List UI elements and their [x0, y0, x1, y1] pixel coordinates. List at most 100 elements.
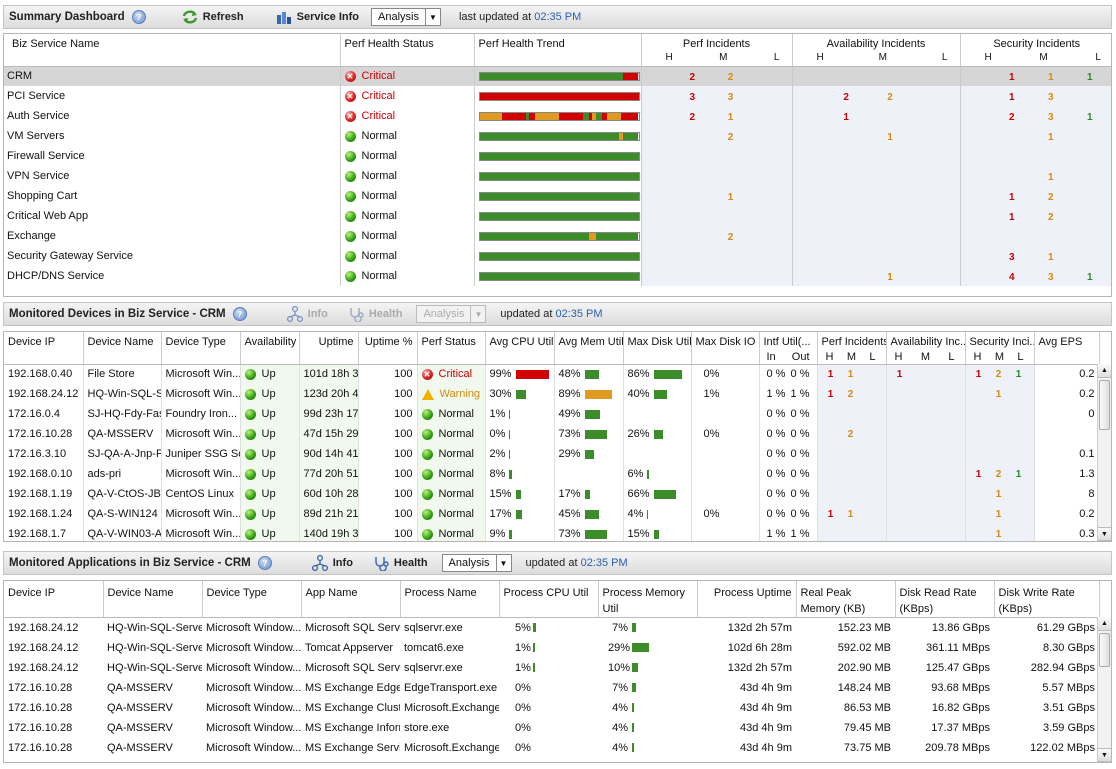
perf-incident-counts[interactable]: 2 [641, 226, 793, 246]
device-name[interactable]: QA-V-CtOS-JBO [83, 484, 162, 504]
device-name[interactable]: SJ-HQ-Fdy-Fastl [83, 404, 162, 424]
apps-scroll-thumb[interactable] [1099, 633, 1110, 667]
col-availability[interactable]: Availability [240, 332, 300, 365]
pi-counts[interactable]: 11 [817, 364, 887, 384]
apps-info-button[interactable]: Info [311, 555, 353, 571]
col-device-type[interactable]: Device Type [202, 581, 302, 618]
ai-counts[interactable] [886, 424, 966, 444]
incident-count[interactable]: 2 [674, 72, 712, 83]
avail-incident-counts[interactable] [792, 66, 961, 86]
table-row[interactable]: 172.16.3.10SJ-QA-A-Jnp-FWJuniper SSG Sc.… [4, 444, 1100, 464]
col-process-memory-util[interactable]: Process Memory Util [598, 581, 698, 618]
incident-count[interactable]: 3 [1032, 112, 1070, 123]
pi-counts[interactable] [817, 464, 887, 484]
incident-count[interactable]: 2 [846, 389, 856, 400]
col-avg-eps[interactable]: Avg EPS [1034, 332, 1100, 365]
app-app[interactable]: Microsoft SQL Server [301, 658, 400, 678]
incident-count[interactable]: 2 [994, 469, 1004, 480]
table-row[interactable]: DHCP/DNS Service Normal 1 4 3 1 [4, 266, 1111, 286]
col-device-ip[interactable]: Device IP [4, 332, 84, 365]
incident-count[interactable]: 1 [1071, 112, 1109, 123]
incident-count[interactable] [674, 192, 712, 203]
biz-service-name[interactable]: Firewall Service [4, 146, 341, 166]
table-row[interactable]: 192.168.1.19QA-V-CtOS-JBOCentOS Linux Up 6… [4, 484, 1100, 504]
incident-count[interactable] [750, 132, 788, 143]
incident-count[interactable]: 2 [1032, 212, 1070, 223]
biz-service-name[interactable]: VM Servers [4, 126, 341, 146]
incident-count[interactable]: 3 [1032, 272, 1070, 283]
ai-counts[interactable] [886, 464, 966, 484]
incident-count[interactable]: 1 [1014, 369, 1024, 380]
incident-count[interactable]: 1 [826, 389, 836, 400]
biz-service-name[interactable]: Auth Service [4, 106, 341, 126]
table-row[interactable]: 192.168.24.12HQ-Win-SQL-SeMicrosoft Win.… [4, 384, 1100, 404]
pi-counts[interactable]: 2 [817, 424, 887, 444]
biz-service-name[interactable]: DHCP/DNS Service [4, 266, 341, 286]
service-info-button[interactable]: Service Info [276, 10, 359, 25]
incident-count[interactable] [866, 429, 876, 440]
ai-counts[interactable] [886, 484, 966, 504]
col-avg-cpu-util[interactable]: Avg CPU Util [485, 332, 555, 365]
table-row[interactable]: PCI Service ✕ Critical 3 3 2 2 1 3 [4, 86, 1111, 106]
table-row[interactable]: 192.168.0.10 ads-pri Microsoft Win... Up 77d… [4, 464, 1100, 484]
sec-incident-counts[interactable]: 13 [960, 86, 1111, 106]
device-name[interactable]: ads-pri [83, 464, 162, 484]
incident-count[interactable]: 3 [993, 252, 1031, 263]
col-device-type[interactable]: Device Type [161, 332, 241, 365]
col-security-inci[interactable]: Security Inci... H M L [965, 332, 1035, 365]
table-row[interactable]: Auth Service ✕ Critical 2 1 1 2 3 1 [4, 106, 1111, 126]
ai-counts[interactable] [886, 524, 966, 541]
perf-health-trend[interactable] [474, 226, 642, 246]
biz-service-name[interactable]: VPN Service [4, 166, 341, 186]
devices-view-select[interactable]: Analysis ▼ [416, 305, 487, 323]
incident-count[interactable]: 3 [712, 92, 750, 103]
app-app[interactable]: MS Exchange Informa [301, 718, 400, 738]
incident-count[interactable] [993, 132, 1031, 143]
avail-incident-counts[interactable] [792, 166, 961, 186]
app-app[interactable]: MS Exchange Cluster [301, 698, 400, 718]
incident-count[interactable] [974, 529, 984, 540]
avail-incident-counts[interactable]: 1 [792, 126, 961, 146]
col-perf-health-status[interactable]: Perf Health Status [340, 34, 475, 67]
devices-scroll-thumb[interactable] [1099, 380, 1110, 430]
incident-count[interactable]: 1 [993, 92, 1031, 103]
si-counts[interactable] [965, 424, 1035, 444]
col-process-uptime[interactable]: Process Uptime [697, 581, 797, 618]
perf-health-trend[interactable] [474, 66, 642, 86]
perf-incident-counts[interactable] [641, 266, 793, 286]
incident-count[interactable] [920, 369, 930, 380]
incident-count[interactable]: 1 [825, 112, 868, 123]
incident-count[interactable] [825, 272, 868, 283]
biz-service-name[interactable]: Exchange [4, 226, 341, 246]
col-availability-inc[interactable]: Availability Inc... H M L [886, 332, 966, 365]
ai-counts[interactable] [886, 444, 966, 464]
avail-incident-counts[interactable]: 1 [792, 106, 961, 126]
device-name[interactable]: QA-MSSERV [83, 424, 162, 444]
si-counts[interactable]: 121 [965, 364, 1035, 384]
col-perf-incidents[interactable]: Perf Incidents H M L [817, 332, 887, 365]
table-row[interactable]: 192.168.24.12 HQ-Win-SQL-Server Microsoft … [4, 618, 1099, 638]
help-icon[interactable]: ? [232, 307, 247, 321]
table-row[interactable]: VPN Service Normal 1 [4, 166, 1111, 186]
col-process-name[interactable]: Process Name [400, 581, 500, 618]
incident-count[interactable] [868, 112, 911, 123]
devices-health-button[interactable]: Health [348, 306, 402, 322]
col-uptime[interactable]: Uptime [299, 332, 359, 365]
table-row[interactable]: 192.168.0.40 File Store Microsoft Win... Up… [4, 364, 1100, 384]
incident-count[interactable] [674, 232, 712, 243]
incident-count[interactable]: 1 [1071, 72, 1109, 83]
incident-count[interactable]: 1 [1032, 72, 1070, 83]
perf-health-trend[interactable] [474, 106, 642, 126]
table-row[interactable]: Firewall Service Normal [4, 146, 1111, 166]
app-app[interactable]: Tomcat Appserver [301, 638, 400, 658]
apps-scrollbar[interactable]: ▲ ▼ [1097, 617, 1111, 762]
perf-incident-counts[interactable]: 2 [641, 126, 793, 146]
avail-incident-counts[interactable] [792, 146, 961, 166]
si-counts[interactable]: 1 [965, 504, 1035, 524]
incident-count[interactable]: 3 [1032, 92, 1070, 103]
incident-count[interactable] [750, 112, 788, 123]
incident-count[interactable]: 1 [1032, 172, 1070, 183]
ai-counts[interactable] [886, 504, 966, 524]
incident-count[interactable] [750, 92, 788, 103]
help-icon[interactable]: ? [131, 10, 146, 24]
